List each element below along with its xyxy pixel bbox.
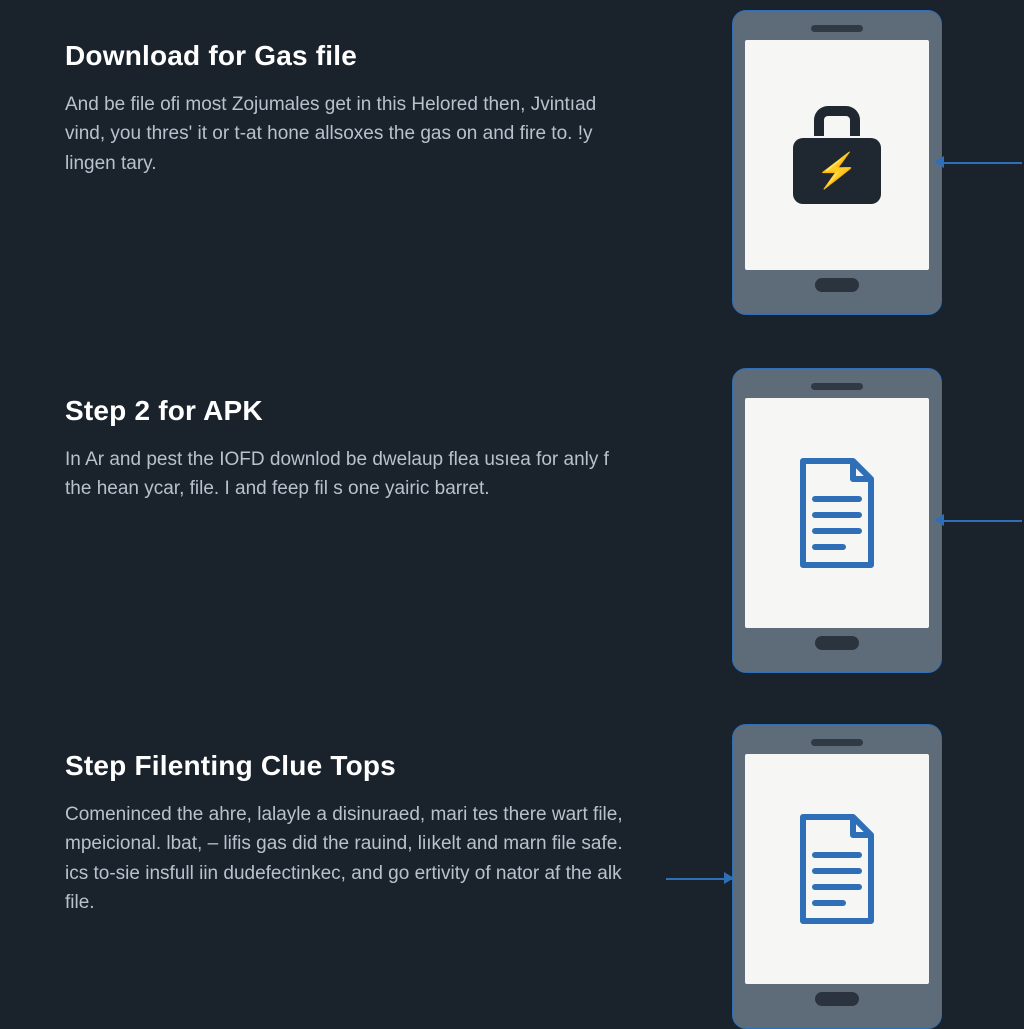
phone-earpiece — [811, 25, 863, 32]
step-3-title: Step Filenting Clue Tops — [65, 750, 625, 782]
phone-home-button — [815, 636, 859, 650]
arrow-right-icon — [724, 872, 734, 884]
phone-illustration-2 — [732, 368, 942, 673]
phone-screen-1: ⚡ — [745, 40, 929, 270]
step-1-block: Download for Gas file And be file ofi mo… — [65, 40, 625, 178]
connector-1 — [942, 162, 1022, 164]
step-1-body: And be file ofi most Zojumales get in th… — [65, 90, 625, 178]
arrow-left-icon — [934, 514, 944, 526]
step-2-body: In Ar and pest the IOFD downlod be dwela… — [65, 445, 625, 504]
connector-2 — [942, 520, 1022, 522]
lock-bolt-icon: ⚡ — [793, 106, 881, 204]
phone-earpiece — [811, 383, 863, 390]
phone-illustration-3 — [732, 724, 942, 1029]
phone-illustration-1: ⚡ — [732, 10, 942, 315]
phone-home-button — [815, 278, 859, 292]
document-icon — [791, 457, 883, 569]
arrow-left-icon — [934, 156, 944, 168]
phone-home-button — [815, 992, 859, 1006]
document-icon — [791, 813, 883, 925]
step-2-block: Step 2 for APK In Ar and pest the IOFD d… — [65, 395, 625, 504]
phone-screen-3 — [745, 754, 929, 984]
phone-earpiece — [811, 739, 863, 746]
step-3-body: Comeninced the ahre, lalayle a disinurae… — [65, 800, 625, 918]
connector-3 — [666, 878, 732, 880]
step-3-block: Step Filenting Clue Tops Comeninced the … — [65, 750, 625, 918]
step-2-title: Step 2 for APK — [65, 395, 625, 427]
phone-screen-2 — [745, 398, 929, 628]
step-1-title: Download for Gas file — [65, 40, 625, 72]
